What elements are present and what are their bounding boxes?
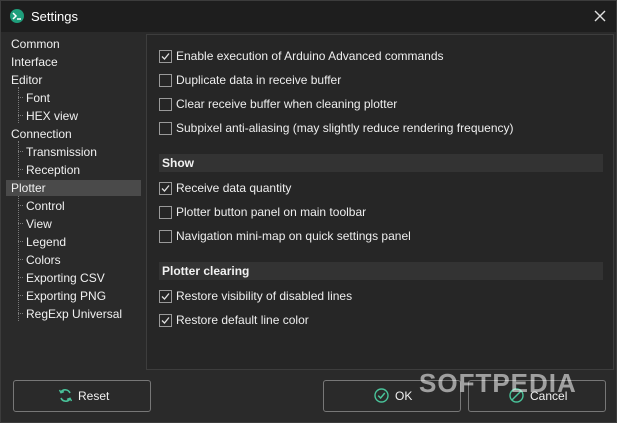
check-circle-icon bbox=[374, 388, 389, 403]
settings-category-tree: Common Interface Editor Font HEX view Co… bbox=[6, 34, 141, 369]
sidebar-item-font[interactable]: Font bbox=[6, 90, 141, 106]
checkbox-unchecked[interactable] bbox=[159, 74, 172, 87]
checkbox-checked[interactable] bbox=[159, 50, 172, 63]
sidebar-item-control[interactable]: Control bbox=[6, 198, 141, 214]
sidebar-item-regexp-universal[interactable]: RegExp Universal bbox=[6, 306, 141, 322]
checkmark-icon bbox=[161, 293, 170, 300]
option-label: Subpixel anti-aliasing (may slightly red… bbox=[176, 121, 514, 135]
sidebar-item-interface[interactable]: Interface bbox=[6, 54, 141, 70]
option-label: Clear receive buffer when cleaning plott… bbox=[176, 97, 398, 111]
close-icon bbox=[594, 10, 606, 22]
checkbox-checked[interactable] bbox=[159, 314, 172, 327]
checkbox-checked[interactable] bbox=[159, 182, 172, 195]
option-label: Plotter button panel on main toolbar bbox=[176, 205, 367, 219]
sidebar-item-editor[interactable]: Editor bbox=[6, 72, 141, 88]
sidebar-item-hex-view[interactable]: HEX view bbox=[6, 108, 141, 124]
softpedia-watermark: SOFTPEDIA bbox=[419, 368, 577, 398]
section-header-show: Show bbox=[159, 154, 603, 172]
sidebar-item-exporting-csv[interactable]: Exporting CSV bbox=[6, 270, 141, 286]
title-bar: Settings bbox=[1, 1, 616, 32]
sidebar-item-connection[interactable]: Connection bbox=[6, 126, 141, 142]
checkbox-unchecked[interactable] bbox=[159, 98, 172, 111]
checkbox-checked[interactable] bbox=[159, 290, 172, 303]
reset-button[interactable]: Reset bbox=[13, 380, 151, 412]
sidebar-item-view[interactable]: View bbox=[6, 216, 141, 232]
option-label: Receive data quantity bbox=[176, 181, 292, 195]
ok-label: OK bbox=[395, 389, 413, 403]
checkbox-unchecked[interactable] bbox=[159, 230, 172, 243]
terminal-icon bbox=[10, 9, 24, 23]
sidebar-item-colors[interactable]: Colors bbox=[6, 252, 141, 268]
checkbox-unchecked[interactable] bbox=[159, 122, 172, 135]
sidebar-item-plotter[interactable]: Plotter bbox=[6, 180, 141, 196]
option-label: Restore default line color bbox=[176, 313, 309, 327]
option-label: Navigation mini-map on quick settings pa… bbox=[176, 229, 411, 243]
section-title: Plotter clearing bbox=[162, 264, 250, 278]
sidebar-item-common[interactable]: Common bbox=[6, 36, 141, 52]
refresh-icon bbox=[58, 389, 73, 402]
option-label: Enable execution of Arduino Advanced com… bbox=[176, 49, 444, 63]
reset-label: Reset bbox=[78, 389, 110, 403]
sidebar-item-legend[interactable]: Legend bbox=[6, 234, 141, 250]
settings-window: Settings Common Interface Editor Font HE… bbox=[0, 0, 617, 423]
sidebar-item-reception[interactable]: Reception bbox=[6, 162, 141, 178]
checkmark-icon bbox=[161, 185, 170, 192]
checkbox-unchecked[interactable] bbox=[159, 206, 172, 219]
section-header-plotter-clearing: Plotter clearing bbox=[159, 262, 603, 280]
plotter-settings-panel: Enable execution of Arduino Advanced com… bbox=[146, 34, 614, 370]
checkmark-icon bbox=[161, 53, 170, 60]
close-button[interactable] bbox=[591, 7, 609, 25]
checkmark-icon bbox=[161, 317, 170, 324]
section-title: Show bbox=[162, 156, 194, 170]
sidebar-item-exporting-png[interactable]: Exporting PNG bbox=[6, 288, 141, 304]
window-title: Settings bbox=[31, 9, 78, 24]
option-label: Duplicate data in receive buffer bbox=[176, 73, 342, 87]
option-label: Restore visibility of disabled lines bbox=[176, 289, 353, 303]
sidebar-item-transmission[interactable]: Transmission bbox=[6, 144, 141, 160]
